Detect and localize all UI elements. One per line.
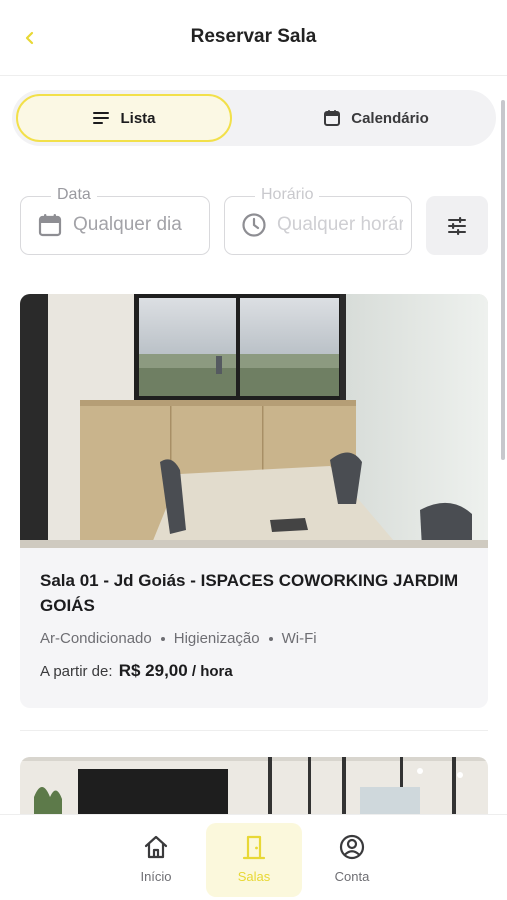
date-field-label: Data [51, 186, 97, 204]
time-field-label: Horário [255, 186, 320, 204]
home-icon [144, 835, 168, 859]
date-field[interactable]: Data Qualquer dia [20, 186, 210, 255]
nav-item-conta[interactable]: Conta [304, 823, 400, 897]
price-prefix: A partir de: [40, 663, 113, 680]
room-photo [20, 294, 488, 548]
nav-item-inicio[interactable]: Início [108, 823, 204, 897]
nav-item-label: Conta [334, 869, 370, 884]
separator-dot [268, 636, 273, 641]
amenity: Ar-Condicionado [40, 630, 152, 647]
nav-item-label: Início [140, 869, 172, 884]
price-amount: R$ 29,00 [118, 661, 188, 680]
divider [20, 730, 488, 731]
tab-lista[interactable]: Lista [16, 94, 232, 142]
tab-calendario[interactable]: Calendário [260, 94, 492, 142]
price-unit: / hora [191, 663, 233, 680]
nav-item-label: Salas [237, 869, 271, 884]
calendar-icon [324, 110, 341, 126]
view-toggle: Lista Calendário [12, 90, 496, 146]
room-card[interactable]: Sala 01 - Jd Goiás - ISPACES COWORKING J… [20, 294, 488, 708]
clock-icon [242, 213, 266, 237]
sliders-icon [448, 216, 466, 235]
list-icon [93, 112, 110, 124]
room-name: Sala 01 - Jd Goiás - ISPACES COWORKING J… [40, 571, 459, 615]
tab-calendario-label: Calendário [351, 109, 429, 127]
app-header: Reservar Sala [0, 0, 507, 76]
scrollbar[interactable] [501, 100, 505, 460]
room-price: A partir de: R$ 29,00 / hora [40, 661, 470, 681]
user-circle-icon [339, 834, 365, 860]
separator-dot [160, 636, 165, 641]
room-amenities: Ar-Condicionado Higienização Wi-Fi [40, 630, 470, 647]
bottom-nav: Início Salas Conta [0, 814, 507, 900]
calendar-icon [38, 214, 62, 237]
time-field[interactable]: Horário Qualquer horário [224, 186, 412, 255]
room-card-body: Sala 01 - Jd Goiás - ISPACES COWORKING J… [40, 568, 470, 681]
door-icon [242, 835, 266, 860]
date-field-value: Qualquer dia [73, 214, 182, 235]
filter-button[interactable] [426, 196, 488, 255]
time-field-value: Qualquer horário [277, 214, 403, 235]
tab-lista-label: Lista [120, 109, 156, 127]
amenity: Higienização [173, 630, 260, 647]
amenity: Wi-Fi [281, 630, 317, 647]
page-title: Reservar Sala [190, 26, 317, 47]
nav-item-salas[interactable]: Salas [206, 823, 302, 897]
